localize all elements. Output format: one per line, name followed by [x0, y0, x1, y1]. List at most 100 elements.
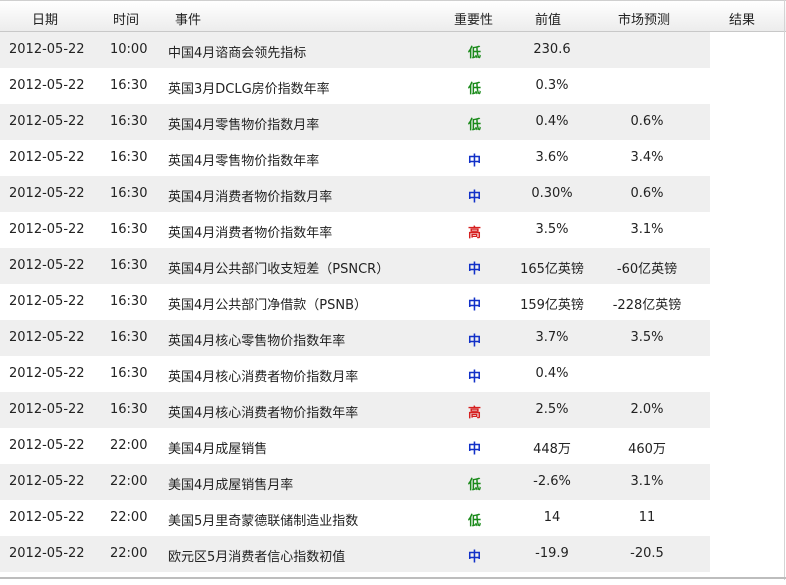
- table-row: 2012-05-22 16:30 英国4月零售物价指数月率 低 0.4% 0.6%: [0, 104, 710, 140]
- row-previous: 0.3%: [535, 78, 569, 93]
- table-row: 2012-05-22 16:30 英国4月核心消费者物价指数月率 中 0.4%: [0, 356, 710, 392]
- row-time: 16:30: [110, 114, 148, 129]
- row-date: 2012-05-22: [9, 330, 85, 345]
- row-importance: 低: [468, 82, 482, 97]
- row-date: 2012-05-22: [9, 510, 85, 525]
- row-time: 16:30: [110, 294, 148, 309]
- table-header: 日期 时间 事件 重要性 前值 市场预测 结果: [0, 0, 786, 32]
- table-row: 2012-05-22 16:30 英国4月零售物价指数年率 中 3.6% 3.4%: [0, 140, 710, 176]
- row-event: 英国4月零售物价指数月率: [168, 118, 320, 133]
- row-previous: 14: [543, 510, 561, 525]
- table-row: 2012-05-22 16:30 英国3月DCLG房价指数年率 低 0.3%: [0, 68, 710, 104]
- row-event: 英国4月公共部门净借款（PSNB）: [168, 298, 368, 313]
- row-forecast: 3.4%: [630, 150, 664, 165]
- row-previous: 0.4%: [535, 366, 569, 381]
- row-date: 2012-05-22: [9, 474, 85, 489]
- table-row: 2012-05-22 16:30 英国4月核心零售物价指数年率 中 3.7% 3.5%: [0, 320, 710, 356]
- row-event: 美国4月成屋销售: [168, 442, 268, 457]
- table-row: 2012-05-22 16:30 英国4月核心消费者物价指数年率 高 2.5% 2.0%: [0, 392, 710, 428]
- row-forecast: 2.0%: [630, 402, 664, 417]
- row-importance: 高: [468, 406, 482, 421]
- table-row: 2012-05-22 10:00 中国4月谘商会领先指标 低 230.6: [0, 32, 710, 68]
- row-importance: 中: [468, 370, 482, 385]
- row-importance: 低: [468, 46, 482, 61]
- header-importance: 重要性: [454, 13, 494, 28]
- row-importance: 中: [468, 442, 482, 457]
- row-previous: -2.6%: [533, 474, 571, 489]
- table-row: 2012-05-22 16:30 英国4月消费者物价指数月率 中 0.30% 0.6%: [0, 176, 710, 212]
- row-importance: 中: [468, 190, 482, 205]
- row-event: 美国5月里奇蒙德联储制造业指数: [168, 514, 359, 529]
- row-importance: 中: [468, 334, 482, 349]
- row-event: 英国4月核心消费者物价指数月率: [168, 370, 359, 385]
- row-time: 10:00: [110, 42, 148, 57]
- row-forecast: 0.6%: [630, 114, 664, 129]
- row-forecast: -228亿英镑: [612, 298, 682, 313]
- row-date: 2012-05-22: [9, 258, 85, 273]
- row-time: 16:30: [110, 186, 148, 201]
- row-forecast: 11: [638, 510, 656, 525]
- row-previous: 2.5%: [535, 402, 569, 417]
- row-event: 欧元区5月消费者信心指数初值: [168, 550, 346, 565]
- row-previous: 159亿英镑: [520, 298, 584, 313]
- row-time: 22:00: [110, 474, 148, 489]
- row-date: 2012-05-22: [9, 222, 85, 237]
- row-importance: 高: [468, 226, 482, 241]
- row-time: 16:30: [110, 258, 148, 273]
- header-previous: 前值: [535, 13, 562, 28]
- row-importance: 中: [468, 298, 482, 313]
- row-importance: 中: [468, 154, 482, 169]
- row-importance: 中: [468, 262, 482, 277]
- row-date: 2012-05-22: [9, 114, 85, 129]
- row-previous: 3.7%: [535, 330, 569, 345]
- row-forecast: 3.1%: [630, 222, 664, 237]
- row-forecast: 3.1%: [630, 474, 664, 489]
- row-previous: 3.6%: [535, 150, 569, 165]
- row-time: 16:30: [110, 402, 148, 417]
- row-previous: 3.5%: [535, 222, 569, 237]
- row-event: 英国4月核心零售物价指数年率: [168, 334, 346, 349]
- header-event: 事件: [175, 13, 202, 28]
- header-result: 结果: [729, 13, 756, 28]
- row-time: 16:30: [110, 366, 148, 381]
- table-row: 2012-05-22 22:00 美国4月成屋销售月率 低 -2.6% 3.1%: [0, 464, 710, 500]
- row-previous: 165亿英镑: [520, 262, 584, 277]
- row-date: 2012-05-22: [9, 294, 85, 309]
- row-previous: 448万: [533, 442, 571, 457]
- row-forecast: -60亿英镑: [616, 262, 678, 277]
- header-forecast: 市场预测: [618, 13, 671, 28]
- row-time: 16:30: [110, 78, 148, 93]
- row-previous: -19.9: [535, 546, 569, 561]
- row-forecast: 0.6%: [630, 186, 664, 201]
- row-date: 2012-05-22: [9, 150, 85, 165]
- row-time: 22:00: [110, 438, 148, 453]
- row-event: 英国4月核心消费者物价指数年率: [168, 406, 359, 421]
- header-time: 时间: [113, 13, 140, 28]
- row-forecast: 460万: [628, 442, 666, 457]
- table-row: 2012-05-22 16:30 英国4月公共部门收支短差（PSNCR） 中 165亿英…: [0, 248, 710, 284]
- row-importance: 中: [468, 550, 482, 565]
- row-event: 中国4月谘商会领先指标: [168, 46, 307, 61]
- row-importance: 低: [468, 478, 482, 493]
- row-date: 2012-05-22: [9, 546, 85, 561]
- row-event: 英国3月DCLG房价指数年率: [168, 82, 330, 97]
- table-row: 2012-05-22 22:00 美国5月里奇蒙德联储制造业指数 低 14 11: [0, 500, 710, 536]
- row-date: 2012-05-22: [9, 438, 85, 453]
- row-previous: 230.6: [533, 42, 571, 57]
- row-date: 2012-05-22: [9, 366, 85, 381]
- row-time: 16:30: [110, 150, 148, 165]
- row-date: 2012-05-22: [9, 402, 85, 417]
- row-date: 2012-05-22: [9, 186, 85, 201]
- row-importance: 低: [468, 118, 482, 133]
- economic-calendar-table: 日期 时间 事件 重要性 前值 市场预测 结果 2012-05-22 10:00 中…: [0, 0, 786, 585]
- row-event: 英国4月消费者物价指数月率: [168, 190, 333, 205]
- row-forecast: -20.5: [630, 546, 664, 561]
- row-time: 16:30: [110, 222, 148, 237]
- row-date: 2012-05-22: [9, 78, 85, 93]
- row-event: 英国4月公共部门收支短差（PSNCR）: [168, 262, 390, 277]
- row-importance: 低: [468, 514, 482, 529]
- row-event: 英国4月零售物价指数年率: [168, 154, 320, 169]
- row-time: 22:00: [110, 510, 148, 525]
- header-date: 日期: [32, 13, 59, 28]
- table-row: 2012-05-22 22:00 欧元区5月消费者信心指数初值 中 -19.9 -20.5: [0, 536, 710, 572]
